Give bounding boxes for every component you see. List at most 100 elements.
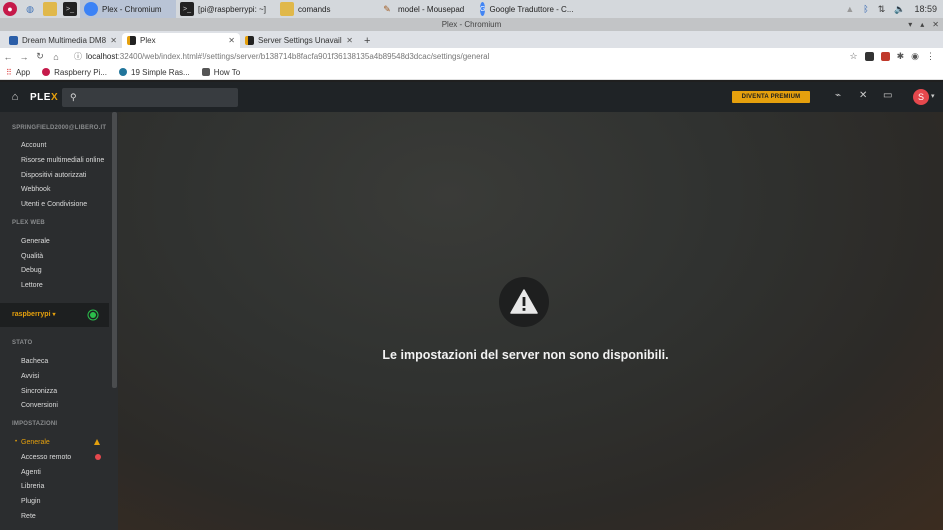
extension-icons: ☆ ✱ ◉ ⋮ (850, 51, 943, 62)
google-icon: G (480, 2, 486, 16)
upload-icon[interactable]: ▲ (845, 4, 854, 14)
settings-tools-icon[interactable]: ✕ (859, 90, 867, 101)
sidebar-item-agents[interactable]: Agenti (21, 469, 41, 476)
sidebar-item-quality[interactable]: Qualità (21, 253, 43, 260)
cast-icon[interactable]: ▭ (883, 90, 892, 101)
menu-icon[interactable]: ⋮ (926, 51, 935, 62)
close-icon[interactable]: ✕ (110, 36, 117, 45)
active-bullet-icon: • (15, 439, 18, 445)
close-icon[interactable]: ✕ (228, 36, 235, 45)
server-online-indicator (90, 312, 96, 318)
tab-server-settings[interactable]: Server Settings Unavaila ✕ (240, 33, 358, 48)
plex-logo[interactable]: PLEX (30, 92, 60, 103)
back-icon[interactable]: ← (0, 52, 16, 62)
task-chromium[interactable]: Plex - Chromium (80, 0, 176, 18)
clock: 18:59 (914, 4, 937, 14)
extension-icon[interactable] (864, 52, 874, 61)
task-label: comands (298, 4, 331, 14)
bookmark-label: 19 Simple Ras... (131, 67, 190, 77)
window-titlebar: Plex - Chromium ▾ ▴ ✕ (0, 18, 943, 31)
chevron-down-icon[interactable]: ▾ (931, 92, 935, 100)
server-name-label: raspberrypi (12, 311, 51, 318)
bluetooth-icon[interactable]: ᛒ (863, 4, 868, 14)
close-icon[interactable]: ✕ (346, 36, 353, 45)
task-mousepad[interactable]: ✎ model - Mousepad (376, 0, 476, 18)
globe-icon[interactable]: ◍ (23, 2, 37, 16)
terminal-icon[interactable]: >_ (63, 2, 77, 16)
sidebar-item-web-general[interactable]: Generale (21, 238, 50, 245)
sidebar-item-remote-access[interactable]: Accesso remoto (21, 454, 71, 461)
tab-plex[interactable]: Plex ✕ (122, 33, 240, 48)
volume-icon[interactable]: 🔈 (894, 4, 905, 15)
bookmark-apps[interactable]: ⠿ App (6, 68, 30, 77)
tab-dream-multimedia[interactable]: Dream Multimedia DM8 ✕ (4, 33, 122, 48)
forward-icon[interactable]: → (16, 52, 32, 62)
sidebar-header-web: PLEX WEB (12, 220, 45, 226)
sidebar-item-plugins[interactable]: Plugin (21, 498, 40, 505)
search-box[interactable]: ⚲ (62, 88, 238, 107)
sidebar-item-network[interactable]: Rete (21, 513, 36, 520)
sidebar-item-webhook[interactable]: Webhook (21, 186, 50, 193)
address-bar: ← → ↻ ⌂ ⓘ localhost:32400/web/index.html… (0, 48, 943, 65)
sidebar-item-sync[interactable]: Sincronizza (21, 388, 57, 395)
sidebar-item-dashboard[interactable]: Bacheca (21, 358, 48, 365)
terminal-icon: >_ (180, 2, 194, 16)
maximize-icon[interactable]: ▴ (920, 18, 924, 31)
task-translate[interactable]: G Google Traduttore - C... (476, 0, 576, 18)
bookmark-label: App (15, 67, 31, 77)
sidebar-item-server-general[interactable]: Generale (21, 439, 50, 446)
sidebar-item-conversions[interactable]: Conversioni (21, 402, 58, 409)
plex-header: ⌂ PLEX ⚲ DIVENTA PREMIUM ⌁ ✕ ▭ S ▾ (0, 82, 943, 112)
sidebar-item-library[interactable]: Libreria (21, 483, 44, 490)
server-selector[interactable]: raspberrypi ▾ (0, 303, 109, 327)
sidebar-item-users[interactable]: Utenti e Condivisione (21, 201, 87, 208)
sidebar-item-debug[interactable]: Debug (21, 267, 42, 274)
folder-icon[interactable] (43, 2, 57, 16)
bookmark-label: Raspberry Pi... (54, 67, 107, 77)
info-icon[interactable]: ⓘ (74, 51, 82, 62)
sidebar-item-account[interactable]: Account (21, 142, 46, 149)
go-premium-button[interactable]: DIVENTA PREMIUM (732, 91, 810, 103)
search-input[interactable] (82, 92, 223, 103)
task-folder[interactable]: comands (276, 0, 376, 18)
sidebar-scrollbar[interactable] (112, 112, 117, 388)
url-host: localhost (86, 52, 118, 61)
star-icon[interactable]: ☆ (850, 51, 858, 62)
task-label: model - Mousepad (398, 4, 465, 14)
apps-grid-icon: ⠿ (6, 67, 12, 77)
home-icon[interactable]: ⌂ (48, 52, 64, 62)
sidebar-header-settings: IMPOSTAZIONI (12, 421, 58, 427)
new-tab-button[interactable]: + (358, 33, 376, 48)
bookmark-simple-ras[interactable]: 19 Simple Ras... (119, 68, 190, 77)
extension-icon[interactable] (880, 52, 890, 61)
sidebar-item-online-media[interactable]: Risorse multimediali online (21, 157, 104, 164)
raspberry-icon (42, 68, 51, 76)
sidebar-item-devices[interactable]: Dispositivi autorizzati (21, 172, 86, 179)
wordpress-icon (119, 68, 127, 76)
close-icon[interactable]: ✕ (932, 18, 939, 31)
activity-icon[interactable]: ⌁ (835, 90, 841, 101)
sidebar-item-player[interactable]: Lettore (21, 282, 43, 289)
minimize-icon[interactable]: ▾ (908, 18, 912, 31)
url-field[interactable]: ⓘ localhost:32400/web/index.html#!/setti… (68, 50, 850, 63)
puzzle-icon[interactable]: ✱ (897, 51, 905, 62)
task-terminal[interactable]: >_ [pi@raspberrypi: ~] (176, 0, 276, 18)
search-icon: ⚲ (70, 92, 77, 102)
bookmark-how-to[interactable]: How To (201, 68, 240, 77)
profile-icon[interactable]: ◉ (911, 51, 919, 62)
raspberry-menu-icon[interactable]: ● (3, 2, 17, 16)
warning-icon (510, 289, 538, 314)
chromium-icon (84, 2, 98, 16)
unavailable-message: Le impostazioni del server non sono disp… (382, 348, 669, 362)
sidebar-header-account: SPRINGFIELD2000@LIBERO.IT (12, 125, 107, 131)
network-icon[interactable]: ⇅ (878, 4, 886, 15)
bookmark-raspberry[interactable]: Raspberry Pi... (42, 68, 107, 77)
system-tray: ▲ ᛒ ⇅ 🔈 18:59 (845, 0, 943, 18)
avatar[interactable]: S (913, 89, 929, 105)
browser-tabs: Dream Multimedia DM8 ✕ Plex ✕ Server Set… (0, 31, 943, 48)
task-label: Google Traduttore - C... (489, 4, 574, 14)
sidebar-item-alerts[interactable]: Avvisi (21, 373, 39, 380)
home-icon[interactable]: ⌂ (0, 91, 30, 103)
reload-icon[interactable]: ↻ (32, 51, 48, 62)
server-name: raspberrypi ▾ (12, 311, 56, 318)
